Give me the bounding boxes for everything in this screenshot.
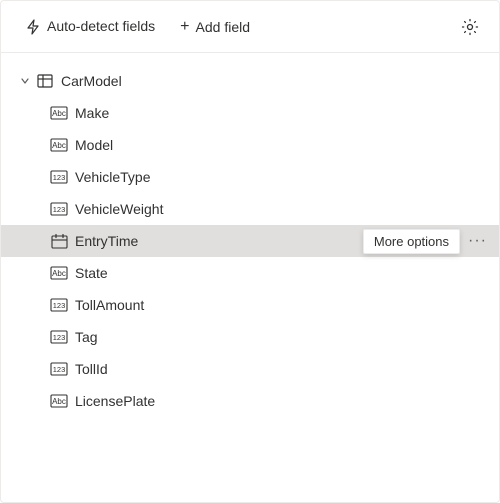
field-item-entrytime[interactable]: EntryTime More options ··· [1,225,499,257]
field-label-licenseplate: LicensePlate [75,393,483,409]
svg-text:123: 123 [53,333,66,342]
svg-text:123: 123 [53,301,66,310]
svg-text:123: 123 [53,365,66,374]
field-label-entrytime: EntryTime [75,233,363,249]
field-label-make: Make [75,105,483,121]
toolbar-divider [167,17,168,37]
field-item-state[interactable]: Abc State [1,257,499,289]
add-field-label: Add field [196,19,250,35]
abc-icon-state: Abc [49,265,69,281]
more-options-tooltip: More options [363,229,460,254]
auto-detect-label: Auto-detect fields [47,18,155,34]
svg-text:Abc: Abc [52,141,66,150]
gear-icon [461,18,479,36]
table-icon [35,73,55,89]
field-item-vehicleweight[interactable]: 123 VehicleWeight [1,193,499,225]
123-icon-vehicleweight: 123 [49,201,69,217]
more-options-container: More options ··· [363,229,491,254]
svg-text:Abc: Abc [52,269,66,278]
field-item-licenseplate[interactable]: Abc LicensePlate [1,385,499,417]
field-label-vehicletype: VehicleType [75,169,483,185]
123-icon-tollamount: 123 [49,297,69,313]
calendar-icon-entrytime [49,233,69,249]
123-icon-vehicletype: 123 [49,169,69,185]
field-item-make[interactable]: Abc Make [1,97,499,129]
field-label-vehicleweight: VehicleWeight [75,201,483,217]
settings-button[interactable] [457,14,483,40]
field-list: CarModel Abc Make Abc Model [1,53,499,502]
abc-icon-make: Abc [49,105,69,121]
svg-text:Abc: Abc [52,109,66,118]
abc-icon-model: Abc [49,137,69,153]
field-item-tag[interactable]: 123 Tag [1,321,499,353]
field-label-tag: Tag [75,329,483,345]
field-label-model: Model [75,137,483,153]
plus-icon: + [180,19,189,35]
field-label-tollid: TollId [75,361,483,377]
add-field-button[interactable]: + Add field [172,15,258,39]
auto-detect-button[interactable]: Auto-detect fields [17,14,163,39]
abc-icon-licenseplate: Abc [49,393,69,409]
main-container: Auto-detect fields + Add field [0,0,500,503]
bolt-icon [25,18,41,35]
expand-icon [17,73,33,89]
field-item-model[interactable]: Abc Model [1,129,499,161]
123-icon-tollid: 123 [49,361,69,377]
svg-text:Abc: Abc [52,397,66,406]
field-item-tollamount[interactable]: 123 TollAmount [1,289,499,321]
more-options-button[interactable]: ··· [464,230,491,252]
field-label-state: State [75,265,483,281]
field-item-carmodel[interactable]: CarModel [1,65,499,97]
field-label-carmodel: CarModel [61,73,483,89]
123-icon-tag: 123 [49,329,69,345]
field-item-vehicletype[interactable]: 123 VehicleType [1,161,499,193]
svg-text:123: 123 [53,173,66,182]
svg-text:123: 123 [53,205,66,214]
toolbar: Auto-detect fields + Add field [1,1,499,53]
field-label-tollamount: TollAmount [75,297,483,313]
field-item-tollid[interactable]: 123 TollId [1,353,499,385]
